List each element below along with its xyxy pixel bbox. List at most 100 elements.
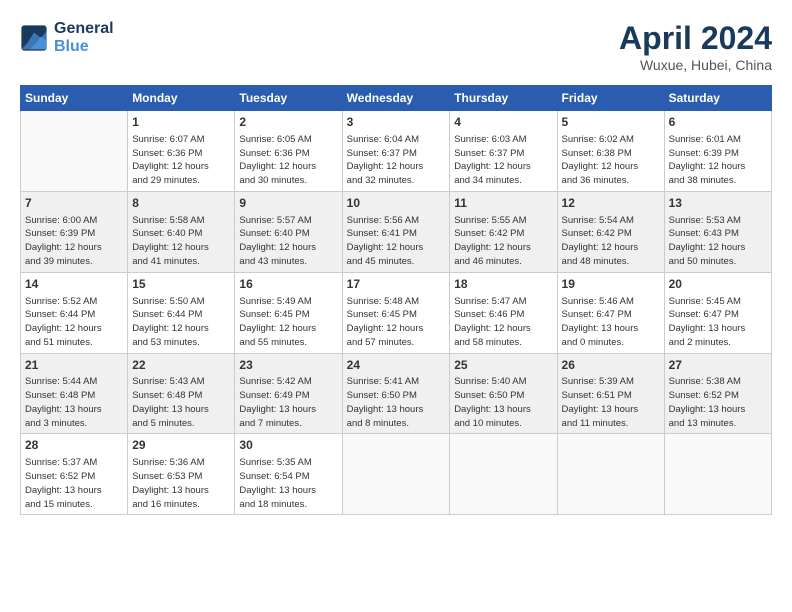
day-cell: 4 Sunrise: 6:03 AM Sunset: 6:37 PM Daylig… [450,111,557,192]
day-cell: 10 Sunrise: 5:56 AM Sunset: 6:41 PM Dayli… [342,191,450,272]
day-number: 16 [239,276,337,293]
day-info: Sunrise: 5:46 AM Sunset: 6:47 PM Dayligh… [562,295,660,350]
col-header-sunday: Sunday [21,86,128,111]
day-number: 25 [454,357,552,374]
day-cell: 13 Sunrise: 5:53 AM Sunset: 6:43 PM Dayli… [664,191,771,272]
day-cell: 29 Sunrise: 5:36 AM Sunset: 6:53 PM Dayli… [128,434,235,515]
day-number: 1 [132,114,230,131]
day-number: 8 [132,195,230,212]
day-info: Sunrise: 6:01 AM Sunset: 6:39 PM Dayligh… [669,133,767,188]
day-info: Sunrise: 5:55 AM Sunset: 6:42 PM Dayligh… [454,214,552,269]
day-number: 9 [239,195,337,212]
day-cell: 15 Sunrise: 5:50 AM Sunset: 6:44 PM Dayli… [128,272,235,353]
day-cell: 12 Sunrise: 5:54 AM Sunset: 6:42 PM Dayli… [557,191,664,272]
day-number: 3 [347,114,446,131]
day-cell: 27Sunrise: 5:38 AM Sunset: 6:52 PM Dayli… [664,353,771,434]
day-info: Sunrise: 5:54 AM Sunset: 6:42 PM Dayligh… [562,214,660,269]
week-row-4: 21Sunrise: 5:44 AM Sunset: 6:48 PM Dayli… [21,353,772,434]
day-cell: 30Sunrise: 5:35 AM Sunset: 6:54 PM Dayli… [235,434,342,515]
day-info: Sunrise: 5:44 AM Sunset: 6:48 PM Dayligh… [25,375,123,430]
day-info: Sunrise: 5:57 AM Sunset: 6:40 PM Dayligh… [239,214,337,269]
day-cell: 23Sunrise: 5:42 AM Sunset: 6:49 PM Dayli… [235,353,342,434]
day-cell: 8 Sunrise: 5:58 AM Sunset: 6:40 PM Daylig… [128,191,235,272]
day-info: Sunrise: 6:05 AM Sunset: 6:36 PM Dayligh… [239,133,337,188]
day-cell: 16 Sunrise: 5:49 AM Sunset: 6:45 PM Dayli… [235,272,342,353]
day-cell: 9 Sunrise: 5:57 AM Sunset: 6:40 PM Daylig… [235,191,342,272]
week-row-1: 1 Sunrise: 6:07 AM Sunset: 6:36 PM Daylig… [21,111,772,192]
day-number: 4 [454,114,552,131]
day-number: 12 [562,195,660,212]
day-info: Sunrise: 6:03 AM Sunset: 6:37 PM Dayligh… [454,133,552,188]
day-cell: 5Sunrise: 6:02 AM Sunset: 6:38 PM Daylig… [557,111,664,192]
day-cell: 28Sunrise: 5:37 AM Sunset: 6:52 PM Dayli… [21,434,128,515]
day-cell [450,434,557,515]
day-cell [664,434,771,515]
day-number: 17 [347,276,446,293]
col-header-monday: Monday [128,86,235,111]
col-header-friday: Friday [557,86,664,111]
day-number: 14 [25,276,123,293]
day-info: Sunrise: 5:52 AM Sunset: 6:44 PM Dayligh… [25,295,123,350]
day-cell: 25Sunrise: 5:40 AM Sunset: 6:50 PM Dayli… [450,353,557,434]
day-info: Sunrise: 5:45 AM Sunset: 6:47 PM Dayligh… [669,295,767,350]
day-info: Sunrise: 5:40 AM Sunset: 6:50 PM Dayligh… [454,375,552,430]
day-info: Sunrise: 6:00 AM Sunset: 6:39 PM Dayligh… [25,214,123,269]
page-header: General Blue April 2024 Wuxue, Hubei, Ch… [20,20,772,73]
day-cell [342,434,450,515]
day-number: 26 [562,357,660,374]
day-number: 11 [454,195,552,212]
calendar-table: SundayMondayTuesdayWednesdayThursdayFrid… [20,85,772,515]
day-number: 24 [347,357,446,374]
week-row-2: 7 Sunrise: 6:00 AM Sunset: 6:39 PM Daylig… [21,191,772,272]
day-cell: 26Sunrise: 5:39 AM Sunset: 6:51 PM Dayli… [557,353,664,434]
day-number: 19 [562,276,660,293]
day-info: Sunrise: 5:39 AM Sunset: 6:51 PM Dayligh… [562,375,660,430]
day-cell: 22Sunrise: 5:43 AM Sunset: 6:48 PM Dayli… [128,353,235,434]
logo-icon [20,24,48,52]
logo-text: General Blue [54,20,114,56]
day-number: 2 [239,114,337,131]
day-info: Sunrise: 5:56 AM Sunset: 6:41 PM Dayligh… [347,214,446,269]
day-cell [21,111,128,192]
day-cell: 11 Sunrise: 5:55 AM Sunset: 6:42 PM Dayli… [450,191,557,272]
day-info: Sunrise: 5:41 AM Sunset: 6:50 PM Dayligh… [347,375,446,430]
day-cell: 19 Sunrise: 5:46 AM Sunset: 6:47 PM Dayli… [557,272,664,353]
day-number: 29 [132,437,230,454]
day-number: 5 [562,114,660,131]
day-info: Sunrise: 5:48 AM Sunset: 6:45 PM Dayligh… [347,295,446,350]
day-cell: 20Sunrise: 5:45 AM Sunset: 6:47 PM Dayli… [664,272,771,353]
col-header-wednesday: Wednesday [342,86,450,111]
day-number: 15 [132,276,230,293]
col-header-tuesday: Tuesday [235,86,342,111]
day-info: Sunrise: 5:58 AM Sunset: 6:40 PM Dayligh… [132,214,230,269]
day-info: Sunrise: 5:37 AM Sunset: 6:52 PM Dayligh… [25,456,123,511]
day-cell: 17 Sunrise: 5:48 AM Sunset: 6:45 PM Dayli… [342,272,450,353]
day-number: 7 [25,195,123,212]
week-row-5: 28Sunrise: 5:37 AM Sunset: 6:52 PM Dayli… [21,434,772,515]
day-info: Sunrise: 5:43 AM Sunset: 6:48 PM Dayligh… [132,375,230,430]
month-title: April 2024 [619,20,772,57]
day-number: 10 [347,195,446,212]
day-info: Sunrise: 5:42 AM Sunset: 6:49 PM Dayligh… [239,375,337,430]
day-info: Sunrise: 5:49 AM Sunset: 6:45 PM Dayligh… [239,295,337,350]
day-cell: 6Sunrise: 6:01 AM Sunset: 6:39 PM Daylig… [664,111,771,192]
day-cell [557,434,664,515]
day-number: 22 [132,357,230,374]
day-number: 30 [239,437,337,454]
day-number: 18 [454,276,552,293]
day-number: 13 [669,195,767,212]
location: Wuxue, Hubei, China [619,57,772,73]
day-cell: 18Sunrise: 5:47 AM Sunset: 6:46 PM Dayli… [450,272,557,353]
day-info: Sunrise: 6:07 AM Sunset: 6:36 PM Dayligh… [132,133,230,188]
day-info: Sunrise: 5:50 AM Sunset: 6:44 PM Dayligh… [132,295,230,350]
day-cell: 7 Sunrise: 6:00 AM Sunset: 6:39 PM Daylig… [21,191,128,272]
day-cell: 14 Sunrise: 5:52 AM Sunset: 6:44 PM Dayli… [21,272,128,353]
day-info: Sunrise: 5:36 AM Sunset: 6:53 PM Dayligh… [132,456,230,511]
logo: General Blue [20,20,114,56]
week-row-3: 14 Sunrise: 5:52 AM Sunset: 6:44 PM Dayli… [21,272,772,353]
day-number: 21 [25,357,123,374]
day-cell: 3Sunrise: 6:04 AM Sunset: 6:37 PM Daylig… [342,111,450,192]
col-header-saturday: Saturday [664,86,771,111]
day-info: Sunrise: 5:53 AM Sunset: 6:43 PM Dayligh… [669,214,767,269]
col-header-thursday: Thursday [450,86,557,111]
